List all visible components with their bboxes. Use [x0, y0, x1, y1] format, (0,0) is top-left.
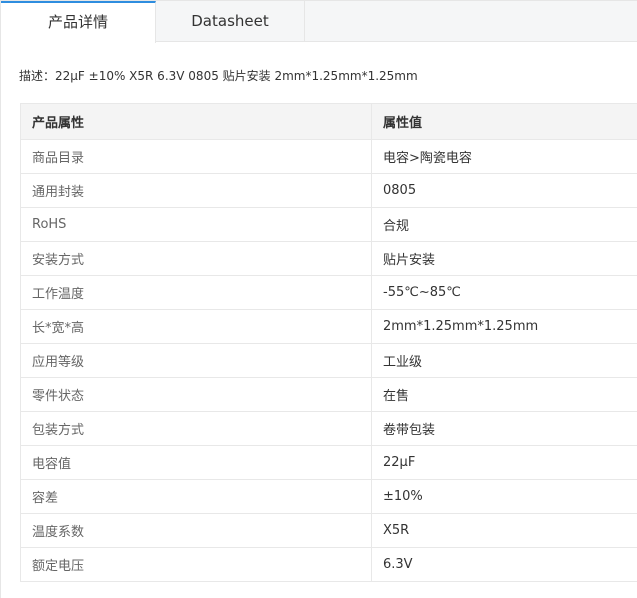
tab-bar: 产品详情 Datasheet: [1, 1, 637, 43]
attribute-name: 安装方式: [20, 241, 372, 276]
table-row: 容差 ±10%: [20, 479, 637, 514]
table-header-row: 产品属性 属性值: [20, 103, 637, 140]
attribute-name: 容差: [20, 479, 372, 514]
column-header-value: 属性值: [371, 103, 637, 140]
table-row: 温度系数 X5R: [20, 513, 637, 548]
attribute-name: 零件状态: [20, 377, 372, 412]
table-row: 电容值 22μF: [20, 445, 637, 480]
table-row: 应用等级 工业级: [20, 343, 637, 378]
table-row: 长*宽*高 2mm*1.25mm*1.25mm: [20, 309, 637, 344]
tab-product-details[interactable]: 产品详情: [1, 1, 156, 43]
table-row: 零件状态 在售: [20, 377, 637, 412]
attribute-value: 贴片安装: [371, 241, 637, 276]
attribute-value: 在售: [371, 377, 637, 412]
description-label: 描述：: [19, 69, 56, 83]
attribute-value: 22μF: [371, 445, 637, 480]
product-description: 描述：22μF ±10% X5R 6.3V 0805 贴片安装 2mm*1.25…: [19, 67, 418, 84]
table-row: 工作温度 -55℃~85℃: [20, 275, 637, 310]
attribute-value: ±10%: [371, 479, 637, 514]
attribute-value: 电容>陶瓷电容: [371, 139, 637, 174]
attribute-value: 2mm*1.25mm*1.25mm: [371, 309, 637, 344]
attribute-name: 工作温度: [20, 275, 372, 310]
description-text: 22μF ±10% X5R 6.3V 0805 贴片安装 2mm*1.25mm*…: [55, 69, 418, 83]
table-row: 商品目录 电容>陶瓷电容: [20, 139, 637, 174]
attribute-name: 额定电压: [20, 547, 372, 582]
tab-datasheet[interactable]: Datasheet: [156, 1, 305, 42]
attribute-name: 通用封装: [20, 173, 372, 208]
attribute-name: 应用等级: [20, 343, 372, 378]
attribute-name: 长*宽*高: [20, 309, 372, 344]
table-row: 包装方式 卷带包装: [20, 411, 637, 446]
attribute-name: 温度系数: [20, 513, 372, 548]
attribute-name: 包装方式: [20, 411, 372, 446]
attribute-value: 工业级: [371, 343, 637, 378]
product-detail-panel: 产品详情 Datasheet 描述：22μF ±10% X5R 6.3V 080…: [0, 0, 637, 598]
attributes-table: 产品属性 属性值 商品目录 电容>陶瓷电容 通用封装 0805 RoHS 合规 安装方…: [20, 103, 637, 582]
table-row: 通用封装 0805: [20, 173, 637, 208]
table-row: RoHS 合规: [20, 207, 637, 242]
attribute-value: 卷带包装: [371, 411, 637, 446]
column-header-attribute: 产品属性: [20, 103, 372, 140]
attribute-value: 6.3V: [371, 547, 637, 582]
table-row: 额定电压 6.3V: [20, 547, 637, 582]
attribute-name: RoHS: [20, 207, 372, 242]
table-row: 安装方式 贴片安装: [20, 241, 637, 276]
attribute-value: X5R: [371, 513, 637, 548]
attribute-value: 0805: [371, 173, 637, 208]
attribute-value: -55℃~85℃: [371, 275, 637, 310]
attribute-name: 电容值: [20, 445, 372, 480]
attribute-name: 商品目录: [20, 139, 372, 174]
attribute-value: 合规: [371, 207, 637, 242]
